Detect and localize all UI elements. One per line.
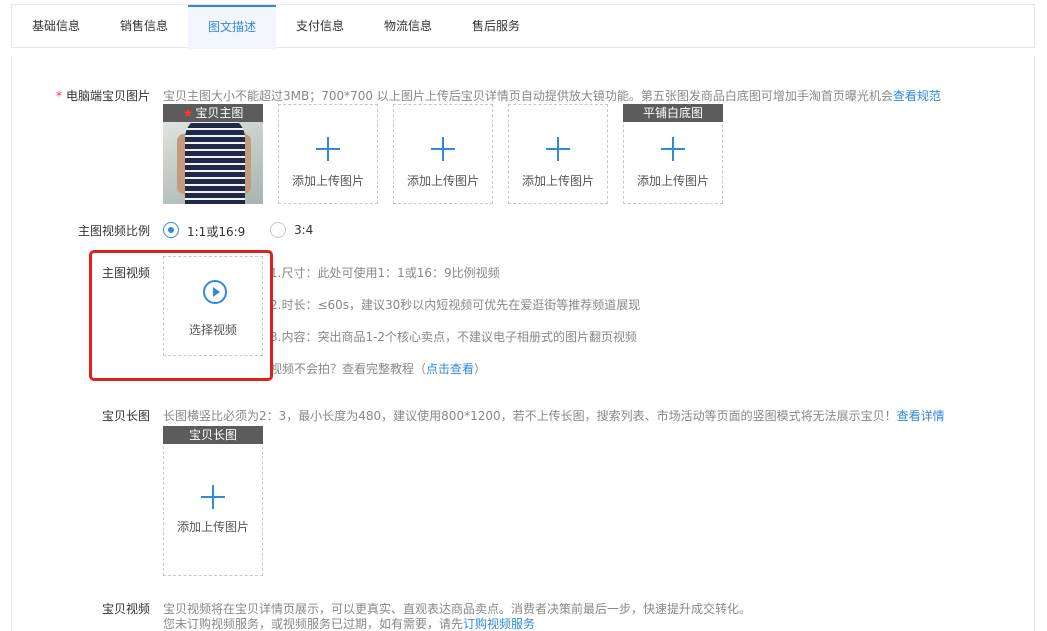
subscribe-video-service-link[interactable]: 订购视频服务 [463,617,535,631]
upload-slot-2[interactable]: 添加上传图片 [278,104,378,204]
view-tutorial-link[interactable]: 点击查看 [426,362,474,376]
plus-icon [201,485,225,509]
long-image-tag: 宝贝长图 [163,426,263,444]
upload-slot-3[interactable]: 添加上传图片 [393,104,493,204]
video-tip-content: 3.内容：突出商品1-2个核心卖点，不建议电子相册式的图片翻页视频 [270,330,638,344]
required-mark: * [55,89,62,103]
main-image-tag-text: 宝贝主图 [195,106,244,120]
upload-label: 添加上传图片 [291,174,364,188]
radio-ratio-3-4[interactable] [270,222,286,238]
view-details-link[interactable]: 查看详情 [897,409,945,423]
star-icon: ★ [182,106,194,120]
product-video-service-line: 您未订购视频服务，或视频服务已过期，如有需要，请先订购视频服务 [163,615,535,631]
service-prefix: 您未订购视频服务，或视频服务已过期，如有需要，请先 [163,617,464,631]
white-bg-tag: 平铺白底图 [623,104,723,122]
main-images-label-text: 电脑端宝贝图片 [65,89,150,103]
highlight-box [89,250,273,381]
photo-striped-shirt [185,116,245,204]
upload-slot-white-bg[interactable]: 平铺白底图 添加上传图片 [623,104,723,204]
long-image-label: 宝贝长图 [101,409,150,423]
tab-payment-info[interactable]: 支付信息 [276,5,364,49]
tab-after-sales[interactable]: 售后服务 [452,5,540,49]
tab-bar: 基础信息 销售信息 图文描述 支付信息 物流信息 售后服务 [11,4,1035,49]
main-images-label: * 电脑端宝贝图片 [10,87,150,104]
tab-logistics-info[interactable]: 物流信息 [364,5,452,49]
product-video-label: 宝贝视频 [101,602,150,616]
main-images-hint: 宝贝主图大小不能超过3MB；700*700 以上图片上传后宝贝详情页自动提供放大… [163,87,941,104]
tab-basic-info[interactable]: 基础信息 [12,5,100,49]
upload-label: 添加上传图片 [521,174,594,188]
upload-slot-4[interactable]: 添加上传图片 [508,104,608,204]
tutorial-suffix: ） [474,362,487,376]
video-tutorial-line: 视频不会拍？查看完整教程（点击查看） [270,360,486,377]
radio-ratio-3-4-label[interactable]: 3:4 [294,223,313,237]
upload-label: 添加上传图片 [406,174,479,188]
long-image-hint: 长图横竖比必须为2：3，最小长度为480，建议使用800*1200，若不上传长图… [163,407,945,424]
upload-label: 添加上传图片 [636,174,709,188]
plus-icon [661,137,685,161]
main-image-tag: ★ 宝贝主图 [163,104,263,122]
long-image-hint-text: 长图横竖比必须为2：3，最小长度为480，建议使用800*1200，若不上传长图… [163,409,897,423]
radio-ratio-1-1[interactable] [163,222,179,238]
tab-sales-info[interactable]: 销售信息 [100,5,188,49]
view-rules-link[interactable]: 查看规范 [893,89,941,103]
main-images-hint-text: 宝贝主图大小不能超过3MB；700*700 以上图片上传后宝贝详情页自动提供放大… [163,89,893,103]
long-image-upload-slot[interactable]: 宝贝长图 添加上传图片 [163,426,263,576]
plus-icon [431,137,455,161]
upload-label: 添加上传图片 [176,520,249,534]
video-tip-size: 1.尺寸：此处可使用1：1或16：9比例视频 [270,266,500,280]
tab-description[interactable]: 图文描述 [188,5,276,49]
plus-icon [316,137,340,161]
video-tip-duration: 2.时长：≤60s，建议30秒以内短视频可优先在爱逛街等推荐频道展现 [270,298,641,312]
main-image-thumbnail[interactable]: ★ 宝贝主图 [163,104,263,204]
radio-ratio-1-1-label[interactable]: 1:1或16:9 [187,223,245,240]
tutorial-prefix: 视频不会拍？查看完整教程（ [270,362,427,376]
plus-icon [546,137,570,161]
video-ratio-label: 主图视频比例 [77,224,150,238]
